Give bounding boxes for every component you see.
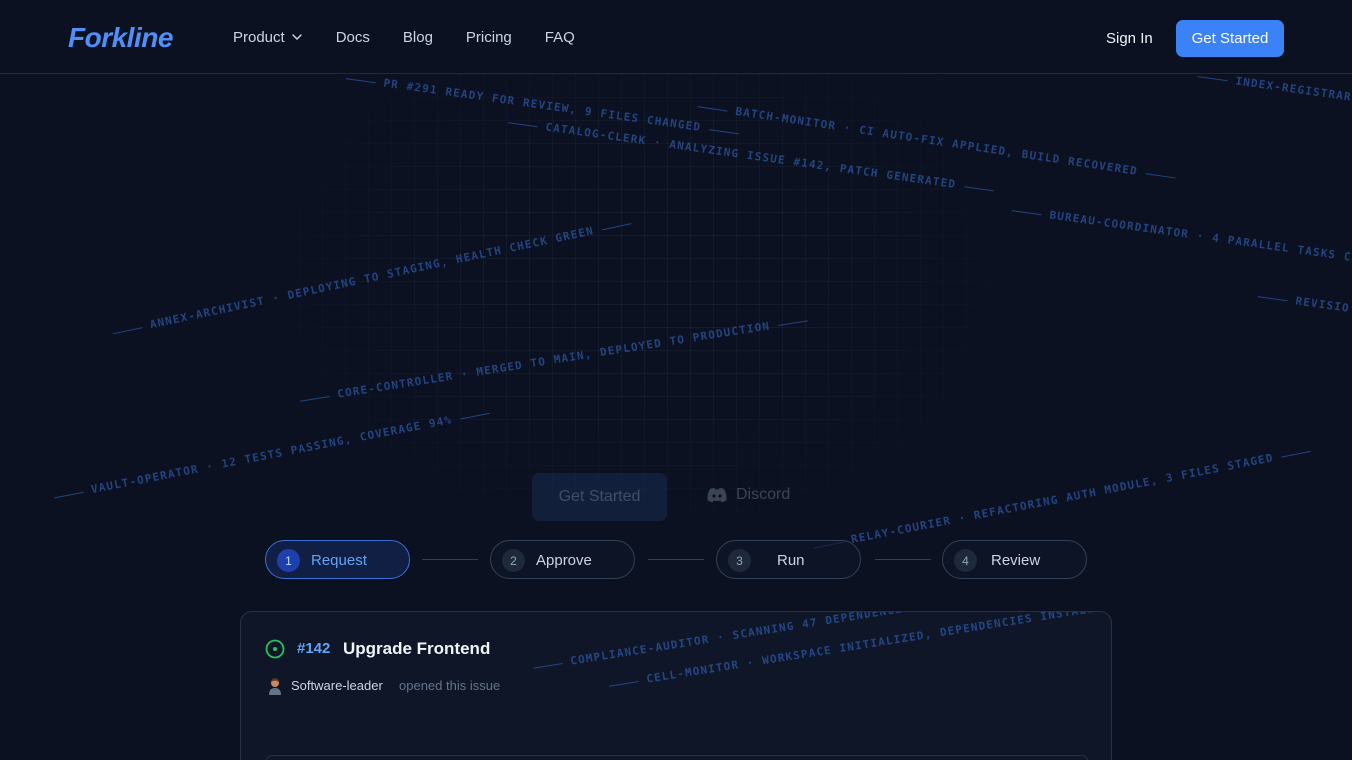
activity-ticker: COMPLIANCE-AUDITOR · SCANNING 47 DEPENDE… [524, 612, 1073, 675]
step-connector [875, 559, 931, 560]
issue-card: COMPLIANCE-AUDITOR · SCANNING 47 DEPENDE… [240, 611, 1112, 760]
step-number: 4 [954, 549, 977, 572]
workflow-steps: 1 Request 2 Approve 3 Run 4 Review [265, 540, 1087, 579]
nav-item-product[interactable]: Product [233, 29, 303, 46]
get-started-button[interactable]: Get Started [1176, 20, 1284, 57]
step-request[interactable]: 1 Request [265, 540, 410, 579]
issue-title: Upgrade Frontend [343, 639, 491, 658]
sign-in-link[interactable]: Sign In [1106, 30, 1153, 47]
issue-number[interactable]: #142 [297, 640, 330, 657]
step-run[interactable]: 3 Run [716, 540, 861, 579]
nav-item-blog[interactable]: Blog [403, 29, 433, 46]
nav-item-docs[interactable]: Docs [336, 29, 370, 46]
author-avatar [269, 678, 281, 695]
chevron-down-icon [291, 34, 302, 41]
issue-body-box [265, 755, 1089, 760]
step-connector [648, 559, 704, 560]
brand-logo[interactable]: Forkline [68, 22, 173, 54]
step-review[interactable]: 4 Review [942, 540, 1087, 579]
issue-action: opened this issue [399, 678, 501, 693]
step-approve[interactable]: 2 Approve [490, 540, 635, 579]
top-navbar: Forkline Product Docs Blog Pricing FAQ S… [0, 0, 1352, 74]
step-number: 2 [502, 549, 525, 572]
discord-label: Discord [736, 486, 791, 503]
issue-open-icon [265, 639, 285, 659]
step-label: Approve [536, 552, 592, 569]
step-connector [422, 559, 478, 560]
step-number: 1 [277, 549, 300, 572]
hero-get-started-button[interactable]: Get Started [532, 473, 667, 521]
step-number: 3 [728, 549, 751, 572]
activity-ticker: CELL-MONITOR · WORKSPACE INITIALIZED, DE… [600, 612, 1113, 693]
step-label: Run [777, 552, 805, 569]
issue-author[interactable]: Software-leader [291, 678, 383, 693]
step-label: Review [991, 552, 1041, 569]
discord-icon [707, 488, 727, 503]
nav-item-faq[interactable]: FAQ [545, 29, 575, 46]
nav-item-label: Product [233, 28, 285, 46]
hero-discord-button[interactable]: Discord [706, 486, 790, 504]
nav-item-pricing[interactable]: Pricing [466, 29, 512, 46]
main-nav: Product Docs Blog Pricing FAQ [233, 0, 608, 74]
step-label: Request [311, 552, 367, 569]
